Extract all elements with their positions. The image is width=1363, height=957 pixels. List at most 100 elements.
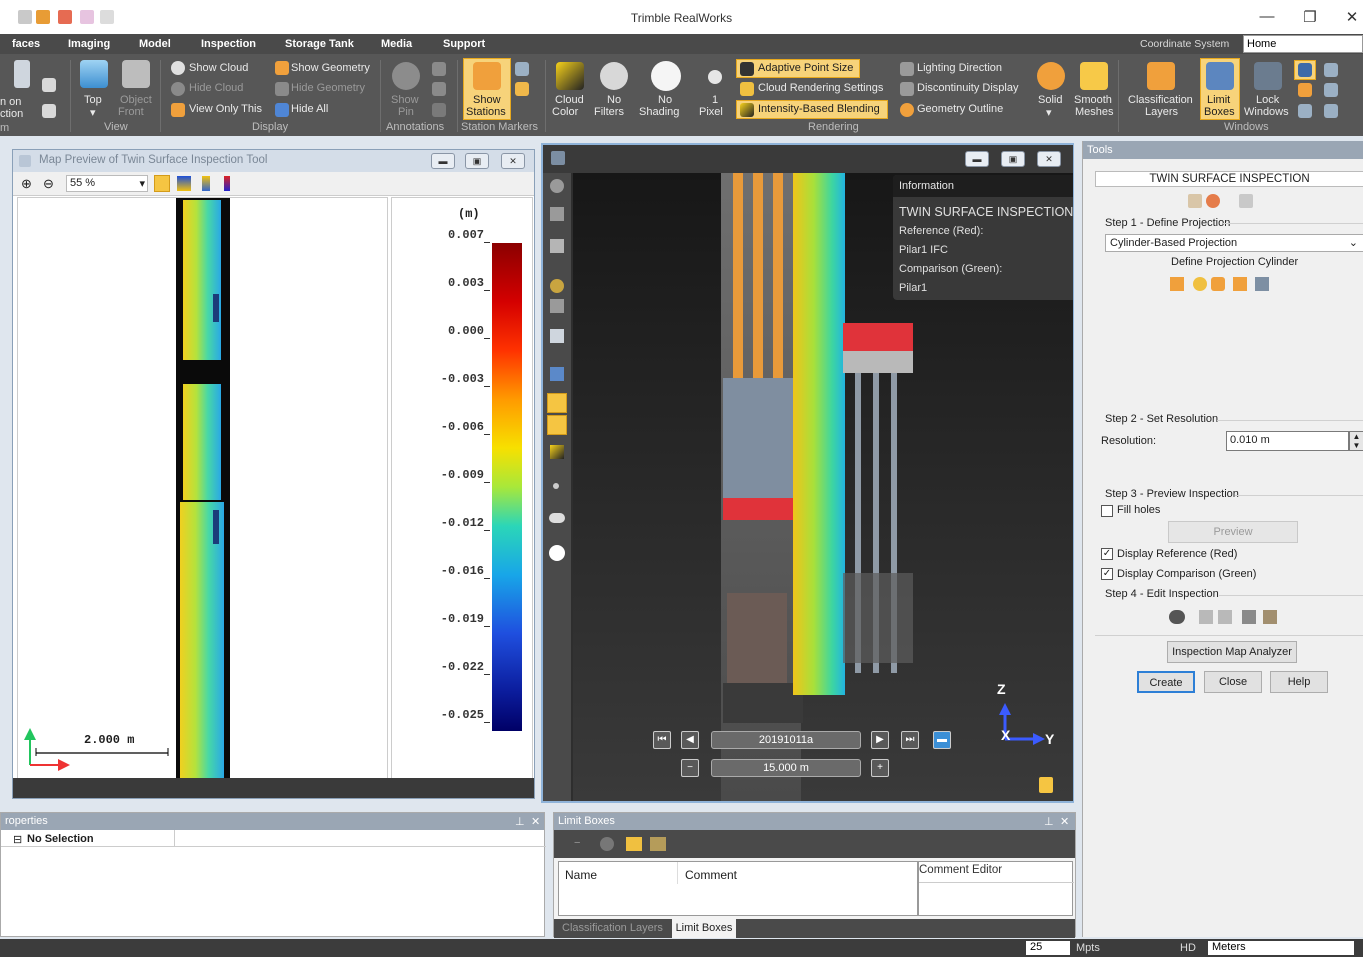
color-mode-icon[interactable] — [550, 445, 564, 459]
tab-surfaces[interactable]: faces — [12, 38, 40, 50]
limit-boxes-icon[interactable] — [1206, 62, 1234, 90]
restore-icon[interactable]: ❐ — [1295, 8, 1325, 26]
pixel-label[interactable]: Pixel — [699, 106, 723, 118]
page-icon[interactable] — [550, 329, 564, 343]
show-pin-icon[interactable] — [392, 62, 420, 90]
3d-point-cloud-view[interactable]: Information TWIN SURFACE INSPECTION Refe… — [573, 173, 1073, 801]
legend-toggle-icon[interactable] — [202, 176, 210, 191]
show-geometry-icon[interactable] — [275, 61, 289, 75]
layers-icon[interactable] — [550, 367, 564, 381]
point-size-label[interactable]: 1 — [712, 94, 718, 106]
smooth-label[interactable]: Smooth — [1074, 94, 1112, 106]
pin-label[interactable]: Pin — [398, 106, 414, 118]
color-scale-icon[interactable] — [177, 176, 191, 191]
no-filters-label[interactable]: No — [607, 94, 621, 106]
help-button[interactable]: Help — [1270, 671, 1328, 693]
previous-station-button[interactable]: ◀ — [681, 731, 699, 749]
fit-icon[interactable] — [154, 175, 170, 192]
tab-limit-boxes[interactable]: Limit Boxes — [672, 919, 736, 938]
viewer-maximize-icon[interactable]: ▣ — [1001, 151, 1025, 167]
zoom-selection-icon[interactable] — [42, 104, 56, 118]
show-pin-label[interactable]: Show — [391, 94, 419, 106]
tab-media[interactable]: Media — [381, 38, 412, 50]
display-reference-checkbox[interactable]: ✓ — [1101, 548, 1113, 560]
window-layout-icon-4[interactable] — [1324, 83, 1338, 97]
no-shading-label[interactable]: No — [658, 94, 672, 106]
station-lock-icon[interactable] — [515, 82, 529, 96]
front-label[interactable]: Front — [118, 106, 144, 118]
limit-label[interactable]: Limit — [1207, 94, 1230, 106]
close-icon[interactable]: ✕ — [1337, 8, 1363, 26]
lock-windows-icon[interactable] — [1254, 62, 1282, 90]
show-geometry-button[interactable]: Show Geometry — [291, 62, 370, 74]
tab-imaging[interactable]: Imaging — [68, 38, 110, 50]
tab-model[interactable]: Model — [139, 38, 171, 50]
stations-label[interactable]: Stations — [466, 106, 506, 118]
close-button[interactable]: Close — [1204, 671, 1262, 693]
view-only-this-button[interactable]: View Only This — [189, 103, 262, 115]
pan-icon[interactable] — [550, 239, 564, 253]
viewer-minimize-icon[interactable]: ▬ — [965, 151, 989, 167]
point-size-icon[interactable] — [708, 70, 722, 84]
limit-pin-icon[interactable]: ⊥ — [1044, 815, 1054, 828]
station-toggle-icon[interactable] — [547, 393, 567, 413]
minimize-icon[interactable]: — — [1252, 8, 1282, 25]
coordinate-system-select[interactable]: Home — [1243, 35, 1363, 53]
walk-icon[interactable] — [550, 207, 564, 221]
limit-settings-icon[interactable] — [600, 837, 614, 851]
cloud-rendering-settings-button[interactable]: Cloud Rendering Settings — [758, 82, 883, 94]
cylinder-add-icon[interactable] — [1170, 277, 1184, 291]
layers-label[interactable]: Layers — [1145, 106, 1178, 118]
tool-settings-icon[interactable] — [1188, 194, 1202, 208]
no-shading-icon[interactable] — [651, 61, 681, 91]
projection-select[interactable]: Cylinder-Based Projection ⌄ — [1105, 234, 1363, 252]
preview-button[interactable]: Preview — [1168, 521, 1298, 543]
inspection-map-analyzer-button[interactable]: Inspection Map Analyzer — [1167, 641, 1297, 663]
cylinder-shape-icon[interactable] — [1211, 277, 1225, 291]
top-view-arrow[interactable]: ▾ — [90, 106, 96, 119]
resolution-input[interactable]: 0.010 m — [1226, 431, 1349, 451]
meshes-label[interactable]: Meshes — [1075, 106, 1114, 118]
resolution-spinner[interactable]: ▲ ▼ — [1349, 431, 1363, 451]
geometry-outline-icon[interactable] — [900, 103, 914, 117]
lighting-direction-icon[interactable] — [900, 62, 914, 76]
tab-classification-layers[interactable]: Classification Layers — [562, 922, 663, 934]
cylinder-fit-icon[interactable] — [1233, 277, 1247, 291]
edit-select-icon[interactable] — [1169, 610, 1185, 624]
display-comparison-checkbox[interactable]: ✓ — [1101, 568, 1113, 580]
pin-search-icon[interactable] — [432, 103, 446, 117]
cylinder-search-icon[interactable] — [1193, 277, 1207, 291]
map-close-icon[interactable]: ✕ — [501, 153, 525, 169]
geometry-outline-button[interactable]: Geometry Outline — [917, 103, 1003, 115]
map-maximize-icon[interactable]: ▣ — [465, 153, 489, 169]
tool-reset-icon[interactable] — [1206, 194, 1220, 208]
color-label[interactable]: Color — [552, 106, 578, 118]
edit-paint-icon[interactable] — [1242, 610, 1256, 624]
filters-label[interactable]: Filters — [594, 106, 624, 118]
edit-remove-icon[interactable] — [1218, 610, 1232, 624]
zoom-out-icon[interactable]: ⊖ — [43, 176, 54, 192]
remove-limit-icon[interactable]: − — [574, 837, 580, 849]
adaptive-point-size-icon[interactable] — [740, 62, 754, 76]
pin-lock-icon[interactable] — [432, 62, 446, 76]
discontinuity-display-icon[interactable] — [900, 82, 914, 96]
create-button[interactable]: Create — [1137, 671, 1195, 693]
save-folder-icon[interactable] — [650, 837, 666, 851]
last-station-button[interactable]: ⏭ — [901, 731, 919, 749]
inspection-map-canvas[interactable]: 2.000 m — [17, 197, 388, 780]
fill-holes-checkbox[interactable] — [1101, 505, 1113, 517]
hide-all-icon[interactable] — [275, 103, 289, 117]
window-layout-icon-6[interactable] — [1324, 104, 1338, 118]
orbit-icon[interactable] — [550, 179, 564, 193]
boxes-label[interactable]: Boxes — [1204, 106, 1235, 118]
solid-arrow[interactable]: ▾ — [1046, 106, 1052, 119]
partial-icon[interactable] — [14, 60, 30, 88]
zoom-in-icon[interactable]: ⊕ — [21, 176, 32, 192]
no-filters-icon[interactable] — [600, 62, 628, 90]
solid-icon[interactable] — [1037, 62, 1065, 90]
hide-cloud-icon[interactable] — [171, 82, 185, 96]
window-layout-icon-5[interactable] — [1298, 104, 1312, 118]
window-layout-icon-3[interactable] — [1298, 83, 1312, 97]
cloud-color-icon[interactable] — [556, 62, 584, 90]
cloud-rendering-settings-icon[interactable] — [740, 82, 754, 96]
